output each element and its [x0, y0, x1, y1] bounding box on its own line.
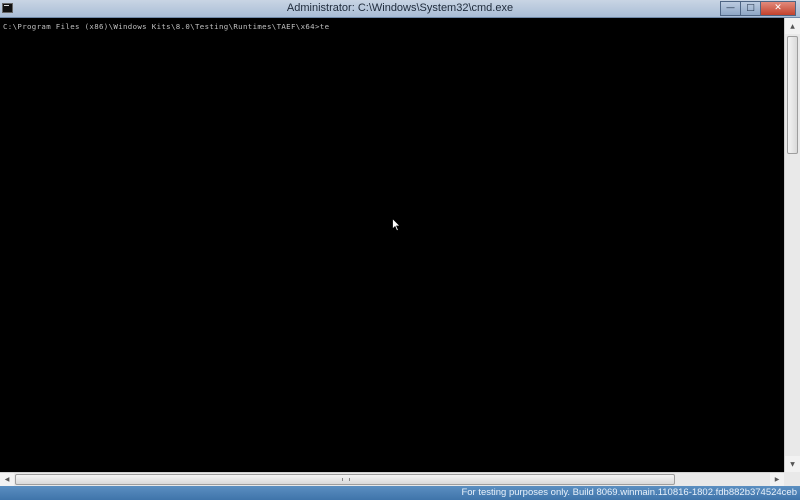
maximize-button[interactable]: □ — [740, 1, 760, 16]
close-button[interactable]: ✕ — [760, 1, 796, 16]
title-bar[interactable]: Administrator: C:\Windows\System32\cmd.e… — [0, 0, 800, 18]
build-watermark: For testing purposes only. Build 8069.wi… — [461, 487, 797, 498]
scroll-right-icon[interactable]: ▶ — [770, 473, 784, 486]
vertical-scrollbar[interactable]: ▲ ▼ — [784, 18, 800, 472]
taskbar: For testing purposes only. Build 8069.wi… — [0, 486, 800, 500]
horizontal-scroll-thumb[interactable] — [15, 474, 675, 485]
caption-buttons: — □ ✕ — [720, 1, 796, 16]
mouse-cursor-icon — [392, 218, 401, 232]
window-title: Administrator: C:\Windows\System32\cmd.e… — [286, 2, 514, 14]
vertical-scroll-thumb[interactable] — [787, 36, 798, 154]
horizontal-scrollbar[interactable]: ◀ ▶ — [0, 472, 784, 486]
scroll-up-icon[interactable]: ▲ — [785, 18, 800, 34]
console-output[interactable]: C:\Program Files (x86)\Windows Kits\8.0\… — [0, 18, 784, 472]
size-grip[interactable] — [784, 472, 800, 486]
cmd-window: Administrator: C:\Windows\System32\cmd.e… — [0, 0, 800, 500]
scroll-down-icon[interactable]: ▼ — [785, 456, 800, 472]
scroll-left-icon[interactable]: ◀ — [0, 473, 14, 486]
minimize-button[interactable]: — — [720, 1, 740, 16]
command-prompt-line[interactable]: C:\Program Files (x86)\Windows Kits\8.0\… — [3, 22, 329, 31]
